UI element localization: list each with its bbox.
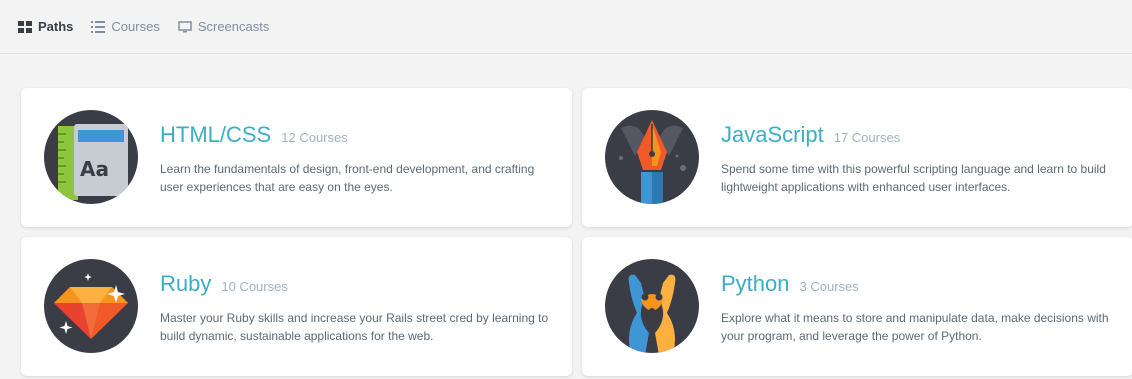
javascript-pen-badge-icon [605, 110, 699, 204]
card-description: Spend some time with this powerful scrip… [721, 162, 1106, 194]
card-title: JavaScript 17 Courses [721, 122, 900, 148]
card-title: Ruby 10 Courses [160, 271, 288, 297]
course-count: 3 Courses [799, 279, 859, 294]
card-name[interactable]: JavaScript [721, 122, 824, 148]
course-count: 12 Courses [281, 130, 348, 145]
top-nav: Paths Courses Screencasts [0, 0, 1132, 54]
nav-screencasts[interactable]: Screencasts [178, 19, 270, 34]
card-name[interactable]: Ruby [160, 271, 211, 297]
nav-courses[interactable]: Courses [91, 19, 160, 34]
nav-paths[interactable]: Paths [18, 19, 73, 34]
card-title: Python 3 Courses [721, 271, 859, 297]
python-snakes-badge-icon [605, 259, 699, 353]
html-css-badge-icon: Aa [44, 110, 138, 204]
path-card-python[interactable]: Python 3 Courses Explore what it means t… [582, 237, 1132, 376]
ruby-gem-badge-icon [44, 259, 138, 353]
grid-icon [18, 20, 32, 33]
card-title: HTML/CSS 12 Courses [160, 122, 348, 148]
path-card-ruby[interactable]: Ruby 10 Courses Master your Ruby skills … [21, 237, 572, 376]
nav-courses-label: Courses [111, 19, 160, 34]
card-description: Learn the fundamentals of design, front-… [160, 162, 535, 194]
nav-paths-label: Paths [38, 19, 74, 34]
path-card-javascript[interactable]: JavaScript 17 Courses Spend some time wi… [582, 88, 1132, 227]
card-name[interactable]: Python [721, 271, 790, 297]
nav-screencasts-label: Screencasts [197, 19, 270, 34]
monitor-icon [178, 20, 192, 32]
course-count: 10 Courses [221, 279, 288, 294]
list-icon [91, 20, 106, 33]
card-description: Master your Ruby skills and increase you… [160, 311, 549, 343]
svg-text:Aa: Aa [80, 157, 109, 181]
card-name[interactable]: HTML/CSS [160, 122, 271, 148]
course-count: 17 Courses [833, 130, 901, 145]
card-description: Explore what it means to store and manip… [721, 311, 1109, 343]
path-card-html-css[interactable]: Aa HTML/CSS 12 Courses Learn the fundame… [21, 88, 572, 227]
